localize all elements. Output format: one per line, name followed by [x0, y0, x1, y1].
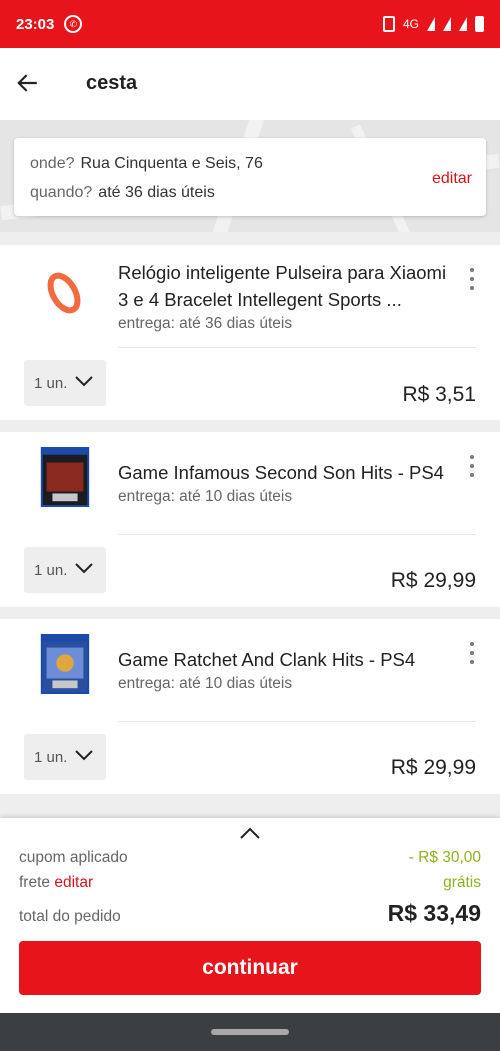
whatsapp-icon: ✆	[64, 15, 83, 33]
total-label: total do pedido	[19, 908, 121, 925]
coupon-row: cupom aplicado - R$ 30,00	[19, 849, 481, 867]
quantity-selector[interactable]: 1 un.	[24, 360, 106, 406]
home-gesture-handle[interactable]	[211, 1029, 289, 1035]
more-options-icon[interactable]	[468, 642, 476, 664]
total-row: total do pedido R$ 33,49	[19, 900, 481, 927]
shipping-label: frete	[19, 874, 51, 891]
shipping-value: grátis	[443, 874, 481, 891]
chevron-down-icon	[75, 376, 93, 387]
item-name[interactable]: Relógio inteligente Pulseira para Xiaomi…	[118, 259, 458, 313]
divider	[118, 347, 476, 348]
item-delivery: entrega: até 36 dias úteis	[118, 315, 293, 332]
quantity-value: 1 un.	[34, 748, 68, 766]
more-options-icon[interactable]	[468, 268, 476, 290]
address-when-row: quando? até 36 dias úteis	[30, 184, 215, 202]
status-bar: 23:03 ✆ 4G	[0, 0, 500, 48]
where-value: Rua Cinquenta e Seis, 76	[80, 155, 263, 172]
quantity-selector[interactable]: 1 un.	[24, 734, 106, 780]
divider	[118, 721, 476, 722]
chevron-down-icon	[75, 563, 93, 574]
page-title: cesta	[86, 72, 138, 94]
more-options-icon[interactable]	[468, 455, 476, 477]
game-case-icon	[40, 447, 90, 507]
chevron-down-icon	[75, 750, 93, 761]
game-case-icon	[40, 634, 90, 694]
item-name[interactable]: Game Ratchet And Clank Hits - PS4	[118, 646, 458, 673]
edit-shipping-link[interactable]: editar	[54, 874, 93, 891]
cart-item: Game Infamous Second Son Hits - PS4 entr…	[0, 432, 500, 607]
shipping-label-group: frete editar	[19, 874, 93, 892]
cart-item: Relógio inteligente Pulseira para Xiaomi…	[0, 245, 500, 420]
address-where-row: onde? Rua Cinquenta e Seis, 76	[30, 155, 263, 173]
chevron-up-icon[interactable]	[239, 826, 261, 840]
network-type: 4G	[402, 17, 419, 31]
edit-address-link[interactable]: editar	[432, 170, 472, 188]
continue-button[interactable]: continuar	[19, 941, 481, 995]
when-label: quando?	[30, 184, 93, 201]
item-price: R$ 3,51	[402, 383, 476, 406]
divider	[118, 534, 476, 535]
item-delivery: entrega: até 10 dias úteis	[118, 488, 293, 505]
item-delivery: entrega: até 10 dias úteis	[118, 675, 293, 692]
total-value: R$ 33,49	[387, 900, 481, 926]
item-name[interactable]: Game Infamous Second Son Hits - PS4	[118, 459, 458, 486]
system-navigation-bar	[0, 1013, 500, 1051]
quantity-value: 1 un.	[34, 561, 68, 579]
signal-icon	[443, 17, 451, 31]
status-time: 23:03	[16, 15, 55, 33]
item-price: R$ 29,99	[390, 569, 476, 592]
app-bar: cesta	[0, 48, 500, 120]
signal-icon-2	[459, 17, 467, 31]
wifi-icon	[427, 17, 435, 31]
order-summary: cupom aplicado - R$ 30,00 frete editar g…	[0, 818, 500, 1013]
item-price: R$ 29,99	[390, 756, 476, 779]
back-arrow-icon[interactable]	[14, 70, 40, 96]
where-label: onde?	[30, 155, 75, 172]
quantity-selector[interactable]: 1 un.	[24, 547, 106, 593]
cart-item: Game Ratchet And Clank Hits - PS4 entreg…	[0, 619, 500, 794]
delivery-address-card: onde? Rua Cinquenta e Seis, 76 quando? até…	[14, 138, 486, 216]
status-icons: 4G	[382, 16, 484, 32]
when-value: até 36 dias úteis	[98, 184, 215, 201]
coupon-label: cupom aplicado	[19, 849, 128, 866]
coupon-value: - R$ 30,00	[408, 849, 481, 866]
orange-band-icon	[47, 272, 81, 314]
battery-icon	[475, 16, 484, 32]
vibrate-icon	[382, 16, 395, 32]
shipping-row: frete editar grátis	[19, 874, 481, 892]
quantity-value: 1 un.	[34, 374, 68, 392]
